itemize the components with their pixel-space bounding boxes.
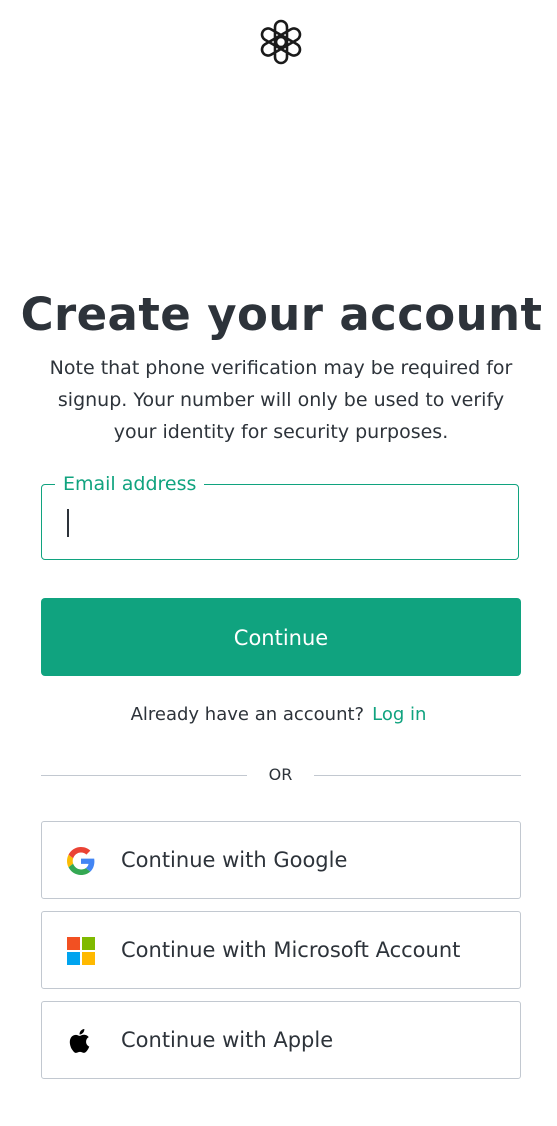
google-icon (67, 847, 95, 875)
divider-or-text: OR (268, 765, 293, 784)
google-button-label: Continue with Google (121, 848, 348, 872)
apple-icon (69, 1028, 90, 1053)
page-subtitle: Note that phone verification may be requ… (49, 357, 513, 443)
login-prompt-text: Already have an account? (130, 704, 365, 725)
divider-line-left (41, 775, 247, 776)
continue-with-apple-button[interactable]: Continue with Apple (41, 1001, 521, 1079)
continue-with-google-button[interactable]: Continue with Google (41, 821, 521, 899)
login-prompt-row: Already have an account? Log in (0, 700, 557, 730)
login-link[interactable]: Log in (372, 704, 426, 725)
microsoft-button-label: Continue with Microsoft Account (121, 938, 461, 962)
continue-button[interactable]: Continue (41, 598, 521, 676)
email-field[interactable]: Email address (41, 469, 519, 560)
page-title: Create your account (20, 288, 543, 341)
email-input[interactable] (62, 497, 492, 547)
text-cursor (67, 509, 69, 537)
continue-with-microsoft-button[interactable]: Continue with Microsoft Account (41, 911, 521, 989)
email-field-label: Email address (55, 469, 205, 499)
apple-button-label: Continue with Apple (121, 1028, 334, 1052)
microsoft-icon (67, 937, 95, 965)
divider-line-right (314, 775, 521, 776)
openai-logo-icon (260, 19, 302, 65)
